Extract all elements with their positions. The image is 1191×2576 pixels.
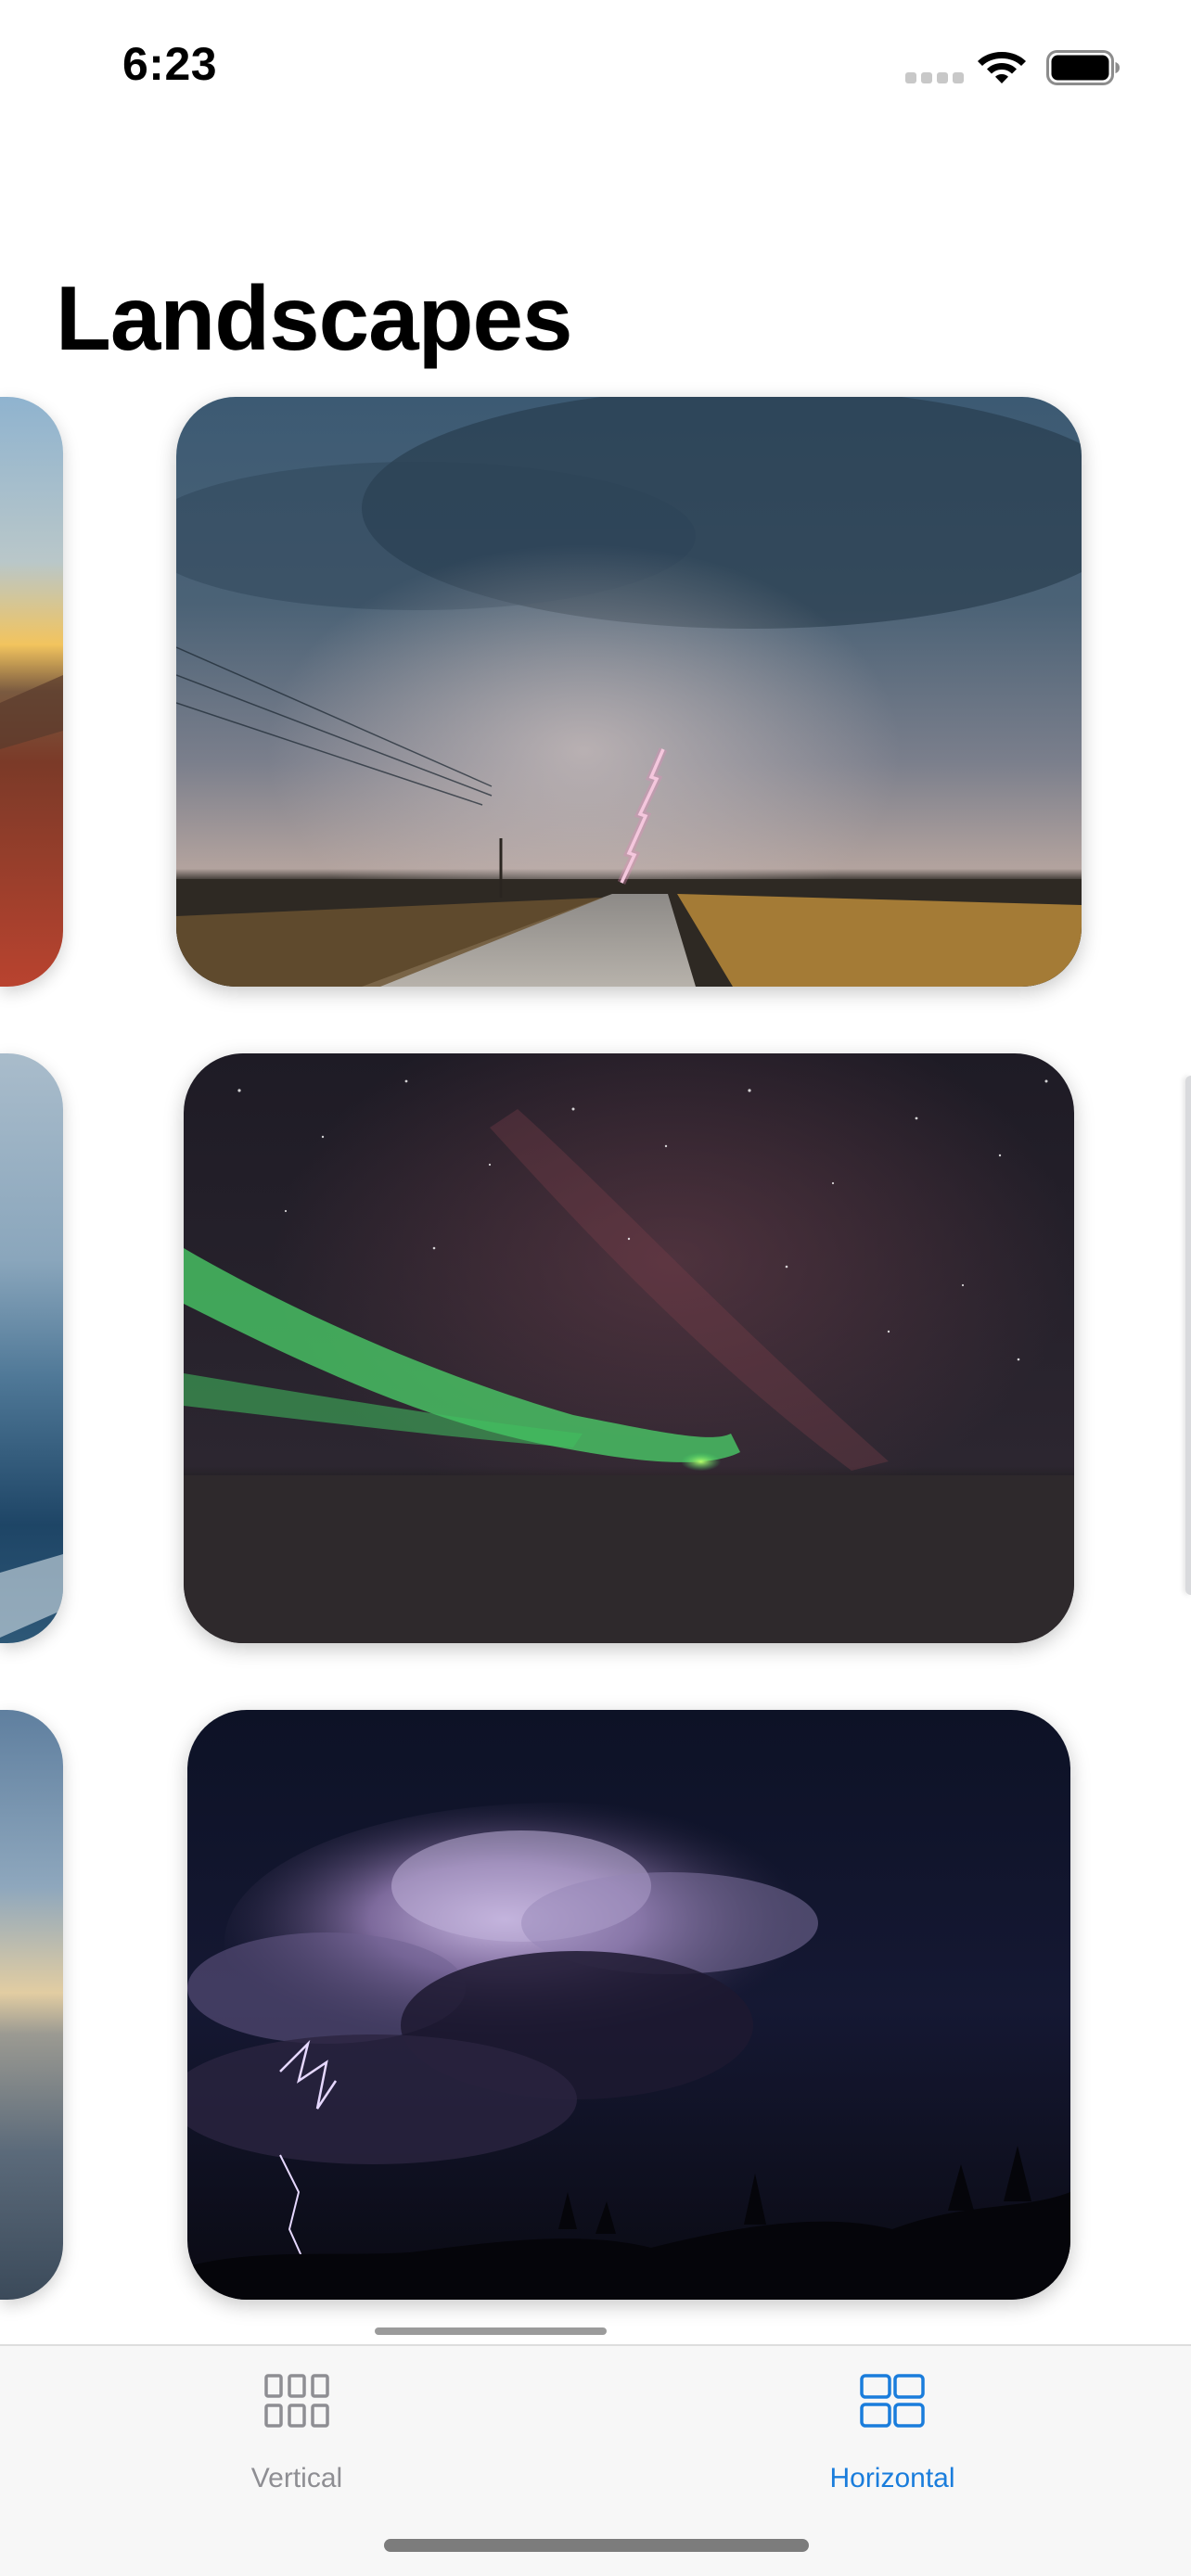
gallery-image-storm-lightning-road[interactable] <box>176 397 1082 987</box>
battery-icon <box>1046 50 1120 85</box>
page-title: Landscapes <box>56 267 572 369</box>
grid-3x2-icon <box>264 2374 329 2428</box>
cellular-signal-icon <box>905 72 965 85</box>
scroll-indicator[interactable] <box>375 2327 607 2335</box>
gallery-image-aurora-night-sky[interactable] <box>184 1053 1074 1643</box>
tab-vertical[interactable]: Vertical <box>148 2346 445 2504</box>
status-time: 6:23 <box>122 38 218 90</box>
gallery-image-desert-sunset-peek[interactable] <box>0 397 63 987</box>
app-screen: 6:23 Landscapes Vertical Horizontal <box>0 0 1191 2576</box>
wifi-icon <box>978 52 1026 83</box>
grid-2x2-icon <box>860 2374 925 2428</box>
tab-horizontal-label: Horizontal <box>829 2463 955 2493</box>
gallery-image-ocean-coast-peek[interactable] <box>0 1053 63 1643</box>
gallery-image-night-thunderstorm[interactable] <box>187 1710 1070 2300</box>
gallery-image-next-peek[interactable] <box>1185 1076 1191 1595</box>
tab-horizontal[interactable]: Horizontal <box>744 2346 1041 2504</box>
status-bar: 6:23 <box>0 0 1191 139</box>
tab-vertical-label: Vertical <box>250 2463 343 2493</box>
home-indicator[interactable] <box>384 2539 809 2552</box>
gallery-image-ocean-sunset-peek[interactable] <box>0 1710 63 2300</box>
